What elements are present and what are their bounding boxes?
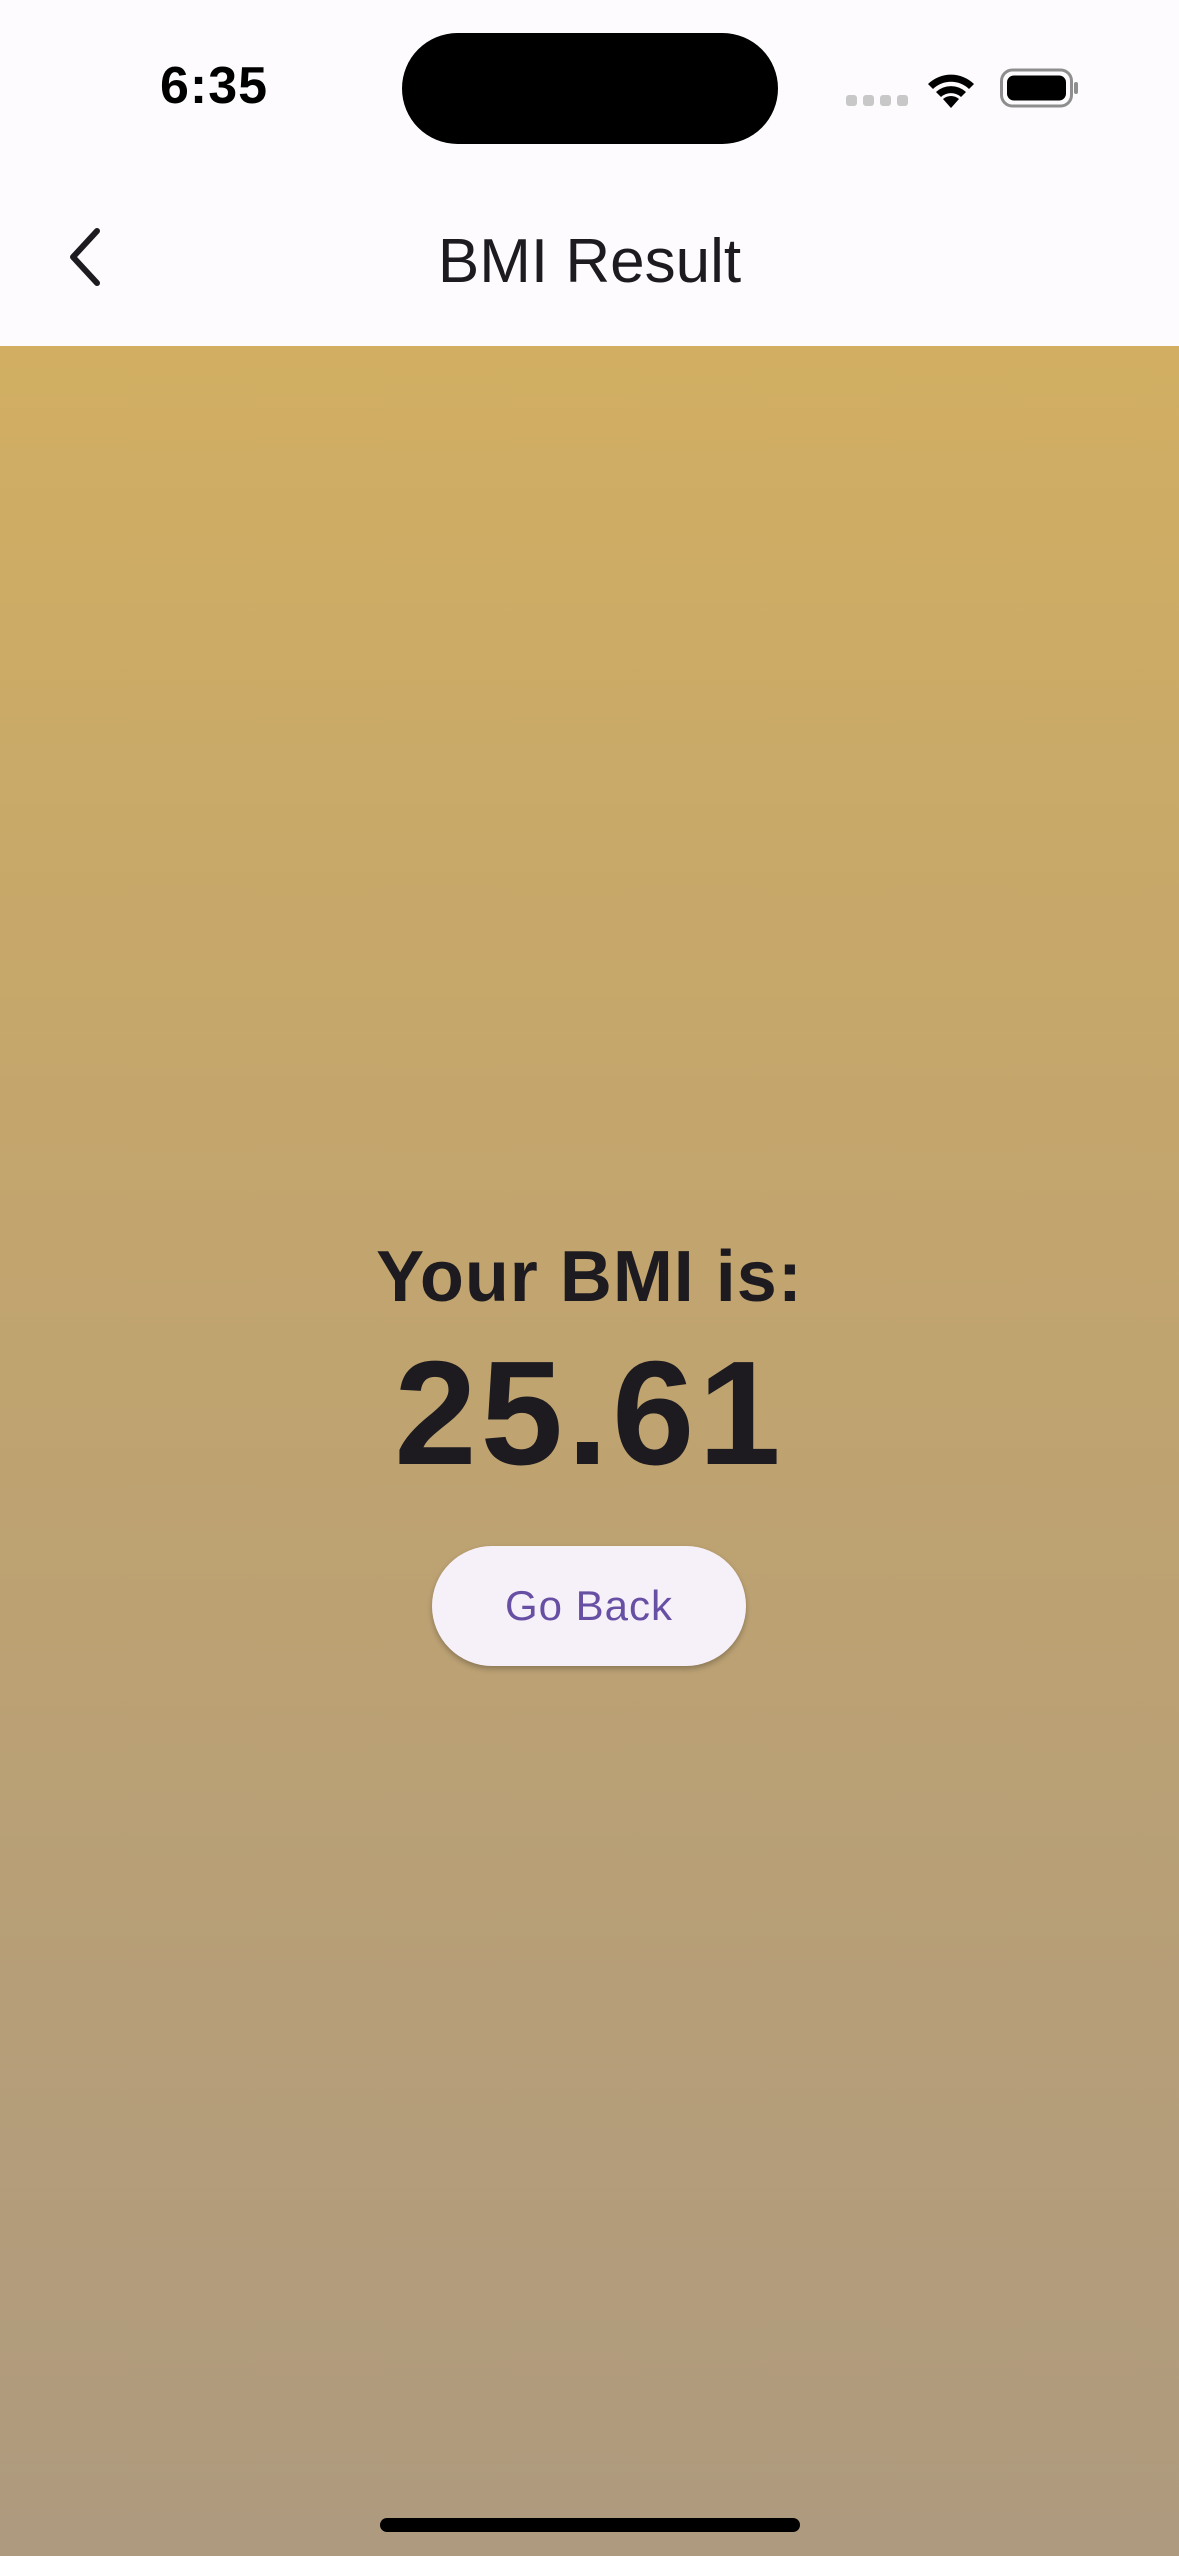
app-bar: BMI Result	[0, 176, 1179, 346]
wifi-icon	[928, 74, 974, 108]
result-block: Your BMI is: 25.61	[0, 1236, 1179, 1488]
result-background: Your BMI is: 25.61 Go Back	[0, 346, 1179, 2556]
status-bar: 6:35	[0, 0, 1179, 176]
battery-icon	[1000, 68, 1078, 108]
cellular-signal-icon	[846, 95, 908, 106]
go-back-button[interactable]: Go Back	[432, 1546, 746, 1666]
screen: 6:35 BMI Result Your BMI is: 25.61 Go Ba…	[0, 0, 1179, 2556]
result-label: Your BMI is:	[376, 1237, 803, 1317]
status-time: 6:35	[160, 57, 269, 115]
dynamic-island	[402, 33, 778, 144]
page-title: BMI Result	[437, 227, 742, 296]
bmi-value: 25.61	[394, 1331, 785, 1496]
home-indicator[interactable]	[380, 2518, 800, 2532]
